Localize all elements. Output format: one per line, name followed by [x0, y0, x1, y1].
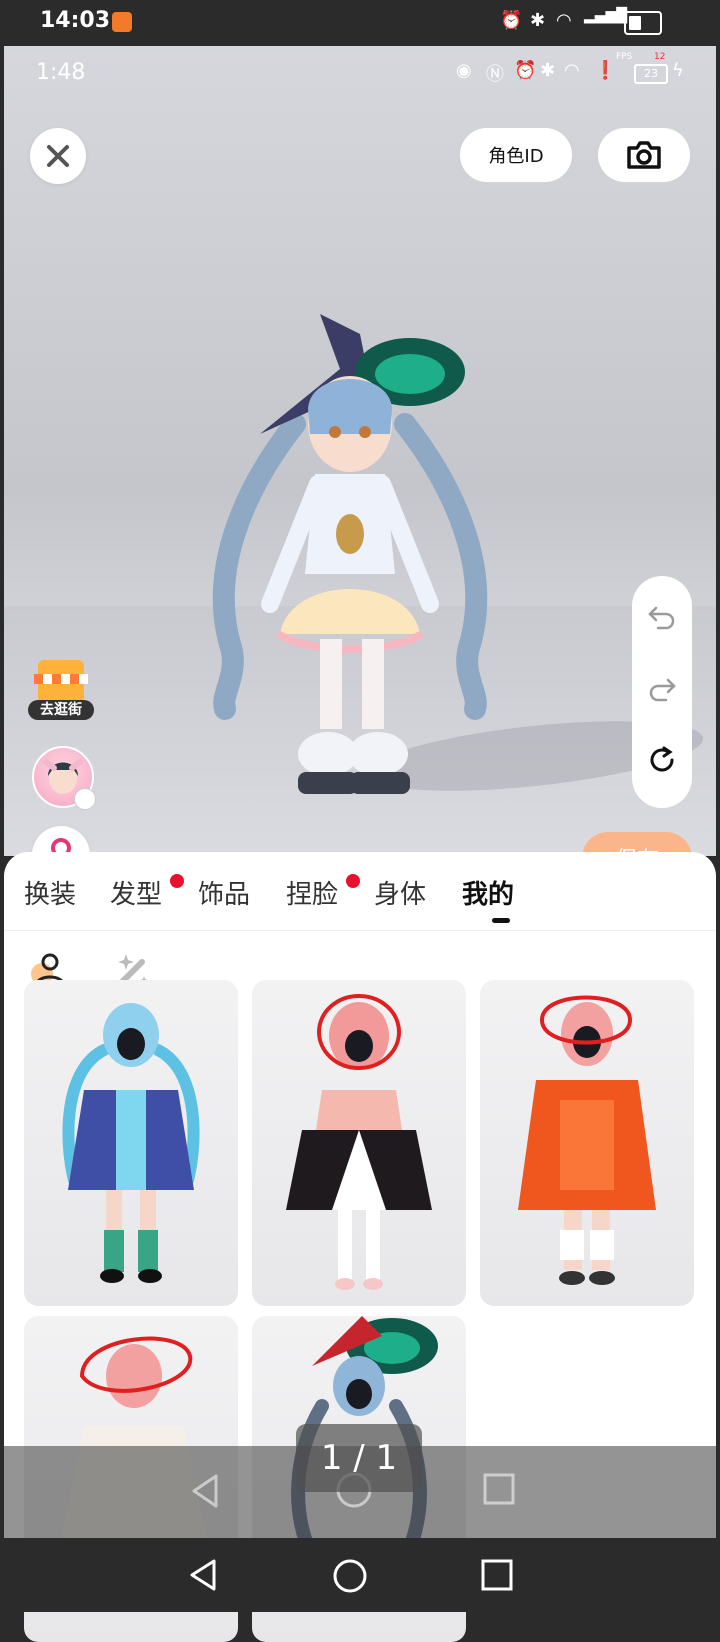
outfit-blue-hoodie-image: [62, 1003, 200, 1283]
game-status-bar: 1:48 ◉ Ⓝ ⏰ ✱ ◠ ❗ FPS 12 23 ϟ: [4, 46, 716, 100]
recents-icon[interactable]: [480, 1558, 514, 1592]
alarm-icon: ⏰: [500, 10, 523, 31]
outfit-black-white-dress-image: [286, 994, 432, 1290]
undo-icon[interactable]: [646, 600, 678, 632]
app-notification-icon: [112, 12, 132, 32]
bluetooth-icon: ✱: [540, 60, 556, 81]
alert-icon: ❗: [594, 60, 617, 81]
device-status-bar: 14:03 ⏰ ✱ ◠ ▂▄▆█: [0, 0, 720, 46]
camera-button[interactable]: [598, 128, 690, 182]
redo-icon[interactable]: [646, 672, 678, 704]
reset-icon[interactable]: [646, 744, 678, 776]
tab-accessories[interactable]: 饰品: [198, 874, 250, 911]
outfit-orange-coat-image: [518, 995, 656, 1285]
signal-5g-icon: ▂▄▆█: [584, 8, 628, 24]
tab-face[interactable]: 捏脸: [286, 874, 338, 911]
tab-hair[interactable]: 发型: [110, 874, 162, 911]
fps-value: 12: [654, 52, 666, 62]
tab-mine[interactable]: 我的: [462, 874, 514, 911]
page-counter-text: 1 / 1: [320, 1438, 398, 1478]
tab-outfit[interactable]: 换装: [24, 874, 76, 911]
outfit-card[interactable]: [24, 980, 238, 1306]
nfc-icon: Ⓝ: [486, 64, 504, 85]
wifi-icon: ◠: [564, 60, 580, 81]
history-panel: [632, 576, 692, 808]
eye-icon: ◉: [456, 60, 472, 81]
game-time: 1:48: [36, 60, 86, 85]
category-tabs: 换装 发型 饰品 捏脸 身体 我的: [4, 852, 716, 930]
tab-body[interactable]: 身体: [374, 874, 426, 911]
alarm-icon: ⏰: [514, 60, 537, 81]
charging-icon: ϟ: [672, 60, 684, 81]
shop-awning: [34, 674, 88, 684]
fps-label: FPS: [616, 52, 633, 62]
home-icon[interactable]: [332, 1558, 368, 1594]
page-counter: 1 / 1: [296, 1424, 422, 1492]
face-notification-dot: [346, 874, 360, 888]
shop-label: 去逛街: [28, 700, 94, 720]
close-icon: [47, 145, 69, 167]
outfit-card[interactable]: [480, 980, 694, 1306]
go-shopping-button[interactable]: 去逛街: [28, 656, 94, 722]
camera-icon: [627, 141, 661, 169]
character-model[interactable]: [200, 314, 500, 826]
system-navigation-bar: [0, 1538, 720, 1612]
avatar-edit-icon: [74, 788, 96, 810]
role-id-button[interactable]: 角色ID: [460, 128, 572, 182]
role-id-label: 角色ID: [488, 146, 544, 167]
game-battery-icon: 23: [634, 64, 668, 84]
battery-icon: [624, 11, 662, 35]
hair-notification-dot: [170, 874, 184, 888]
bluetooth-icon: ✱: [530, 10, 546, 31]
wifi-icon: ◠: [556, 10, 572, 31]
status-time: 14:03: [40, 8, 111, 33]
avatar-viewport[interactable]: 1:48 ◉ Ⓝ ⏰ ✱ ◠ ❗ FPS 12 23 ϟ 角色ID 去逛街: [4, 46, 716, 856]
close-button[interactable]: [30, 128, 86, 184]
divider: [4, 930, 716, 931]
back-icon[interactable]: [186, 1558, 220, 1592]
outfit-card[interactable]: [252, 980, 466, 1306]
active-tab-indicator: [492, 918, 510, 923]
ghost-recents-icon: [483, 1473, 515, 1505]
ghost-back-icon: [192, 1474, 218, 1508]
